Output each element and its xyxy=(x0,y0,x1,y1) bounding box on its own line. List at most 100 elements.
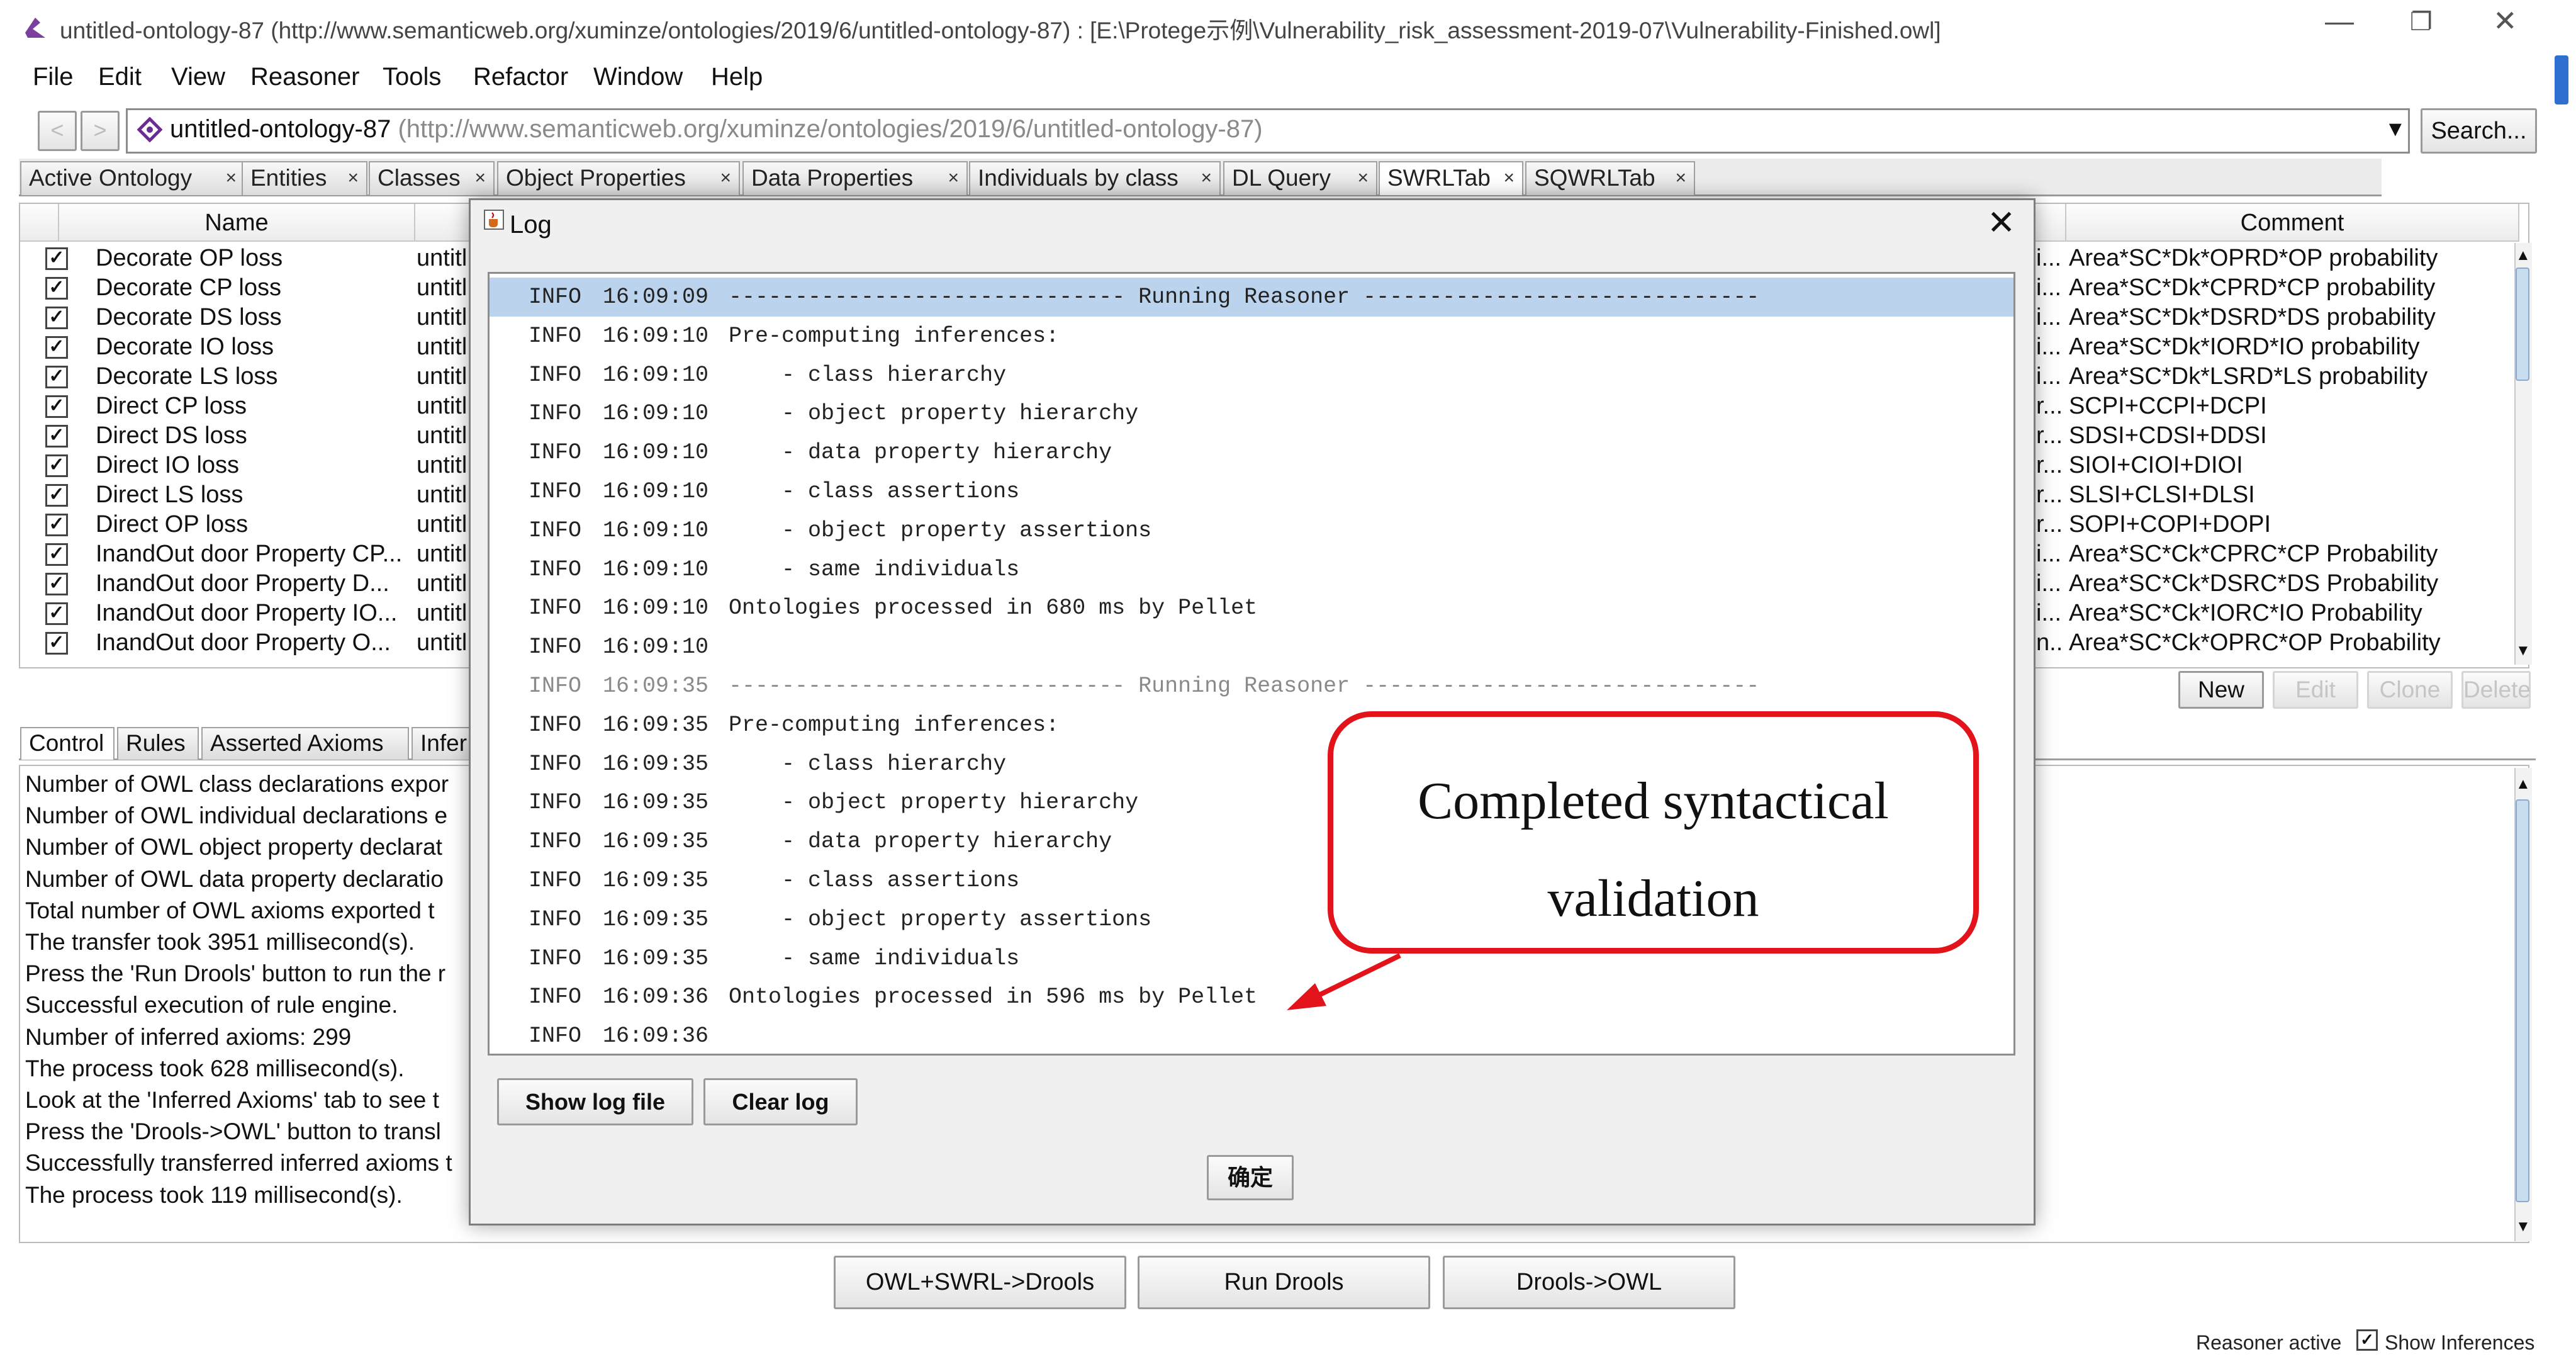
column-header-comment[interactable]: Comment xyxy=(2066,204,2519,242)
log-line: INFO 16:09:10 Ontologies processed in 680 … xyxy=(490,589,2013,628)
rule-body-truncated: r... xyxy=(2036,482,2063,508)
log-time: 16:09:10 xyxy=(603,362,709,388)
menu-refactor[interactable]: Refactor xyxy=(473,63,568,91)
rule-body-truncated: i... xyxy=(2036,600,2062,626)
close-icon[interactable]: × xyxy=(1201,162,1212,194)
log-level: INFO xyxy=(529,323,582,349)
rule-enabled-checkbox[interactable]: ✓ xyxy=(45,454,68,477)
window-title: untitled-ontology-87 (http://www.semanti… xyxy=(60,18,1941,43)
log-level: INFO xyxy=(529,1023,582,1049)
scroll-thumb[interactable] xyxy=(2516,268,2529,381)
log-level: INFO xyxy=(529,868,582,893)
log-message: - object property hierarchy xyxy=(729,790,1139,816)
menu-help[interactable]: Help xyxy=(711,63,763,91)
rule-enabled-checkbox[interactable]: ✓ xyxy=(45,395,68,418)
java-cup-icon xyxy=(484,210,504,230)
ok-button[interactable]: 确定 xyxy=(1207,1155,1294,1200)
tab-sqwrltab[interactable]: SQWRLTab × xyxy=(1525,161,1695,195)
menu-edit[interactable]: Edit xyxy=(98,63,142,91)
show-inferences-checkbox[interactable]: ✓ xyxy=(2356,1329,2378,1351)
chevron-down-icon[interactable]: ▼ xyxy=(2385,117,2406,142)
log-message: - data property hierarchy xyxy=(729,829,1112,855)
show-log-file-button[interactable]: Show log file xyxy=(497,1078,693,1125)
tab-entities[interactable]: Entities × xyxy=(242,161,367,195)
tab-rules[interactable]: Rules xyxy=(117,727,199,760)
log-line: INFO 16:09:10 Pre-computing inferences: xyxy=(490,317,2013,356)
tab-active-ontology[interactable]: Active Ontology × xyxy=(20,161,245,195)
side-scroll-thumb[interactable] xyxy=(2555,55,2568,104)
close-icon[interactable]: × xyxy=(474,162,486,194)
rule-comment: Area*SC*Dk*LSRD*LS probability xyxy=(2069,363,2428,390)
rule-enabled-checkbox[interactable]: ✓ xyxy=(45,514,68,536)
column-header-name[interactable]: Name xyxy=(59,204,415,242)
scroll-up-icon[interactable]: ▲ xyxy=(2516,247,2531,264)
scroll-thumb[interactable] xyxy=(2516,799,2529,1202)
log-time: 16:09:10 xyxy=(603,634,709,660)
log-time: 16:09:36 xyxy=(603,984,709,1010)
log-message: - object property hierarchy xyxy=(729,401,1139,427)
back-button[interactable]: < xyxy=(38,111,77,151)
clone-rule-button[interactable]: Clone xyxy=(2367,671,2453,709)
menu-view[interactable]: View xyxy=(171,63,225,91)
forward-button[interactable]: > xyxy=(81,111,120,151)
scroll-up-icon[interactable]: ▲ xyxy=(2516,775,2531,793)
log-message: Pre-computing inferences: xyxy=(729,323,1060,349)
tab-classes[interactable]: Classes × xyxy=(369,161,495,195)
drools-to-owl-button[interactable]: Drools->OWL xyxy=(1443,1256,1735,1309)
close-icon[interactable]: × xyxy=(1675,162,1686,194)
close-icon[interactable]: × xyxy=(948,162,959,194)
log-message: - class assertions xyxy=(729,479,1020,504)
new-rule-button[interactable]: New xyxy=(2178,671,2264,709)
restore-icon[interactable]: ❐ xyxy=(2410,8,2433,37)
scroll-down-icon[interactable]: ▼ xyxy=(2516,642,2531,660)
log-line: INFO 16:09:10 - class hierarchy xyxy=(490,356,2013,395)
rule-enabled-checkbox[interactable]: ✓ xyxy=(45,484,68,507)
rule-enabled-checkbox[interactable]: ✓ xyxy=(45,277,68,300)
rule-enabled-checkbox[interactable]: ✓ xyxy=(45,336,68,359)
tab-swrltab[interactable]: SWRLTab × xyxy=(1379,161,1523,195)
tab-individuals-by-class[interactable]: Individuals by class × xyxy=(969,161,1221,195)
rule-enabled-checkbox[interactable]: ✓ xyxy=(45,632,68,655)
menu-tools[interactable]: Tools xyxy=(383,63,441,91)
close-icon[interactable]: × xyxy=(1357,162,1369,194)
rule-name: Decorate LS loss xyxy=(96,363,278,390)
clear-log-button[interactable]: Clear log xyxy=(703,1078,858,1125)
rule-comment: Area*SC*Dk*DSRD*DS probability xyxy=(2069,304,2436,330)
minimize-icon[interactable]: — xyxy=(2325,4,2354,38)
owl-swrl-to-drools-button[interactable]: OWL+SWRL->Drools xyxy=(834,1256,1126,1309)
delete-rule-button[interactable]: Delete xyxy=(2461,671,2531,709)
close-icon[interactable]: × xyxy=(225,162,237,194)
column-header-rule[interactable] xyxy=(2032,204,2066,242)
close-icon[interactable]: ✕ xyxy=(1987,203,2015,242)
rule-enabled-checkbox[interactable]: ✓ xyxy=(45,425,68,448)
close-icon[interactable]: × xyxy=(720,162,731,194)
rule-name: Direct DS loss xyxy=(96,422,247,449)
tab-dl-query[interactable]: DL Query × xyxy=(1223,161,1377,195)
rule-comment: Area*SC*Ck*OPRC*OP Probability xyxy=(2069,629,2441,656)
edit-rule-button[interactable]: Edit xyxy=(2273,671,2358,709)
close-icon[interactable]: × xyxy=(1503,162,1515,194)
close-icon[interactable]: ✕ xyxy=(2493,4,2517,38)
rule-body-truncated: n... xyxy=(2036,629,2064,656)
menu-window[interactable]: Window xyxy=(593,63,683,91)
rule-enabled-checkbox[interactable]: ✓ xyxy=(45,247,68,270)
log-line: INFO 16:09:10 - same individuals xyxy=(490,550,2013,589)
rule-enabled-checkbox[interactable]: ✓ xyxy=(45,366,68,388)
rule-enabled-checkbox[interactable]: ✓ xyxy=(45,602,68,625)
menu-file[interactable]: File xyxy=(33,63,73,91)
run-drools-button[interactable]: Run Drools xyxy=(1138,1256,1430,1309)
scroll-down-icon[interactable]: ▼ xyxy=(2516,1218,2531,1236)
tab-control[interactable]: Control xyxy=(20,727,115,760)
rule-enabled-checkbox[interactable]: ✓ xyxy=(45,543,68,566)
close-icon[interactable]: × xyxy=(347,162,359,194)
log-level: INFO xyxy=(529,595,582,621)
tab-object-properties[interactable]: Object Properties × xyxy=(497,161,740,195)
rule-enabled-checkbox[interactable]: ✓ xyxy=(45,573,68,595)
menu-reasoner[interactable]: Reasoner xyxy=(250,63,359,91)
rule-enabled-checkbox[interactable]: ✓ xyxy=(45,307,68,329)
log-level: INFO xyxy=(529,751,582,777)
log-time: 16:09:10 xyxy=(603,323,709,349)
tab-data-properties[interactable]: Data Properties × xyxy=(742,161,968,195)
tab-asserted-axioms[interactable]: Asserted Axioms xyxy=(201,727,409,760)
search-button[interactable]: Search... xyxy=(2421,108,2537,154)
